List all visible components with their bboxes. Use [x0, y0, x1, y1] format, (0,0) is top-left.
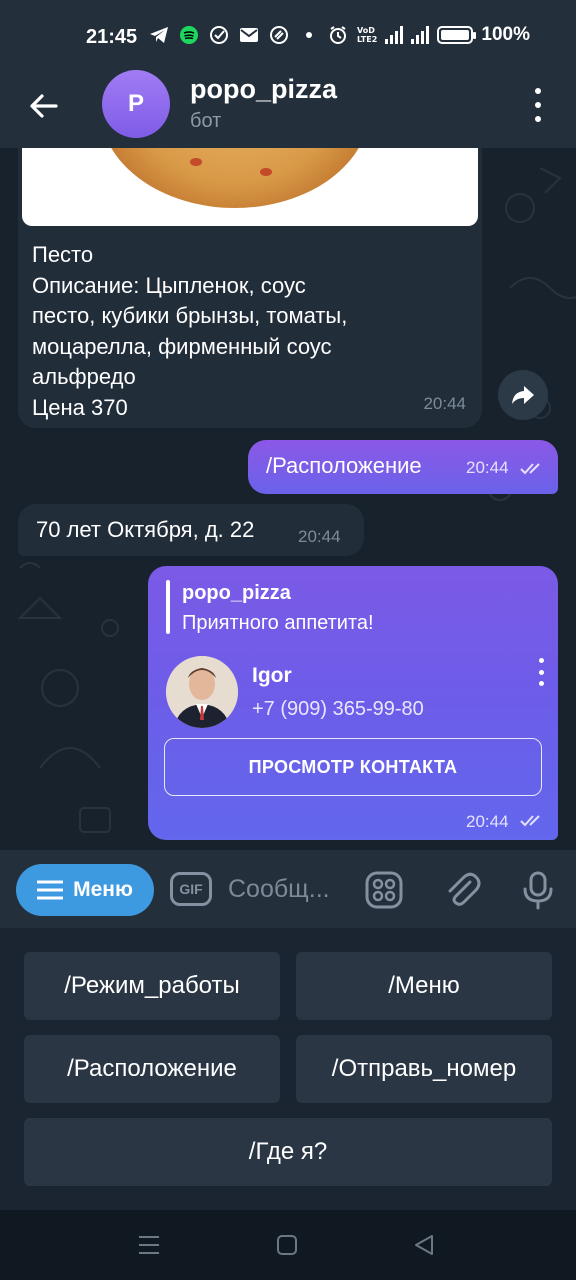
- address-text: 70 лет Октября, д. 22: [36, 517, 255, 542]
- address-message[interactable]: 70 лет Октября, д. 22 20:44: [18, 504, 364, 556]
- contact-more-icon[interactable]: [534, 658, 548, 686]
- contact-phone[interactable]: +7 (909) 365-99-80: [252, 698, 424, 721]
- message-time: 20:44: [466, 812, 509, 831]
- 4g-signal-icon: [385, 26, 404, 44]
- telegram-icon: [148, 24, 170, 46]
- keyboard-button-work-hours[interactable]: /Режим_работы: [24, 952, 280, 1020]
- dot-icon: [298, 24, 320, 46]
- view-contact-button[interactable]: ПРОСМОТР КОНТАКТА: [164, 738, 542, 796]
- back-icon[interactable]: [412, 1234, 438, 1256]
- system-navigation-bar: [0, 1210, 576, 1280]
- svg-text:LTE2: LTE2: [357, 35, 377, 44]
- contact-avatar[interactable]: [166, 656, 238, 728]
- recent-apps-icon[interactable]: [136, 1234, 162, 1256]
- keyboard-button-location[interactable]: /Расположение: [24, 1035, 280, 1103]
- mail-icon: [238, 24, 260, 46]
- message-input-bar: Меню GIF: [0, 850, 576, 928]
- share-icon[interactable]: [498, 370, 548, 420]
- chat-avatar[interactable]: P: [102, 70, 170, 138]
- contact-message[interactable]: popo_pizza Приятного аппетита! Igor +7 (…: [148, 566, 558, 840]
- volte-icon: VoD LTE2: [357, 24, 377, 46]
- reply-text[interactable]: Приятного аппетита!: [182, 612, 374, 635]
- attach-icon[interactable]: [442, 870, 482, 910]
- contact-name[interactable]: Igor: [252, 664, 292, 688]
- pizza-message-text: Песто Описание: Цыпленок, соус песто, ку…: [32, 242, 348, 420]
- reply-bar: [166, 580, 170, 634]
- hamburger-icon: [37, 880, 64, 900]
- status-time: 21:45: [86, 26, 138, 48]
- chat-area[interactable]: Песто Описание: Цыпленок, соус песто, ку…: [0, 148, 576, 850]
- bot-menu-label: Меню: [73, 878, 133, 901]
- keyboard-button-send-number[interactable]: /Отправь_номер: [296, 1035, 552, 1103]
- chat-header: P popo_pizza бот: [0, 64, 576, 148]
- home-icon[interactable]: [274, 1234, 300, 1256]
- gif-icon[interactable]: GIF: [170, 872, 212, 906]
- bot-commands-icon[interactable]: [364, 870, 404, 910]
- back-arrow-icon[interactable]: [24, 86, 64, 126]
- double-check-icon: [520, 463, 540, 475]
- more-options-icon[interactable]: [526, 88, 550, 122]
- signal-icon: [411, 26, 430, 44]
- alarm-icon: [327, 24, 349, 46]
- svg-text:VoD: VoD: [357, 26, 375, 35]
- keyboard-button-menu[interactable]: /Меню: [296, 952, 552, 1020]
- message-time: 20:44: [298, 527, 341, 546]
- message-input[interactable]: [228, 872, 348, 906]
- keyboard-button-where-am-i[interactable]: /Где я?: [24, 1118, 552, 1186]
- app-icon: [268, 24, 290, 46]
- bot-keyboard: /Режим_работы /Меню /Расположение /Отпра…: [0, 928, 576, 1210]
- pizza-image[interactable]: [22, 148, 478, 226]
- chat-title[interactable]: popo_pizza: [190, 74, 337, 105]
- message-time: 20:44: [466, 458, 509, 477]
- top-bar: 21:45 VoD LTE2 100% P popo_pizza бот: [0, 0, 576, 148]
- message-time: 20:44: [423, 394, 466, 413]
- check-circle-icon: [208, 24, 230, 46]
- battery-percent: 100%: [481, 24, 530, 45]
- pizza-message[interactable]: Песто Описание: Цыпленок, соус песто, ку…: [18, 148, 482, 428]
- pizza-photo: [100, 148, 370, 208]
- status-notification-icons: [148, 24, 320, 46]
- location-command-text: /Расположение: [266, 453, 422, 478]
- location-command-message[interactable]: /Расположение 20:44: [248, 440, 558, 494]
- spotify-icon: [178, 24, 200, 46]
- status-system-icons: VoD LTE2 100%: [327, 24, 530, 46]
- chat-subtitle: бот: [190, 110, 222, 132]
- double-check-icon: [520, 815, 540, 827]
- battery-icon: [437, 26, 477, 44]
- bot-menu-button[interactable]: Меню: [16, 864, 154, 916]
- reply-author[interactable]: popo_pizza: [182, 582, 291, 605]
- microphone-icon[interactable]: [518, 870, 558, 910]
